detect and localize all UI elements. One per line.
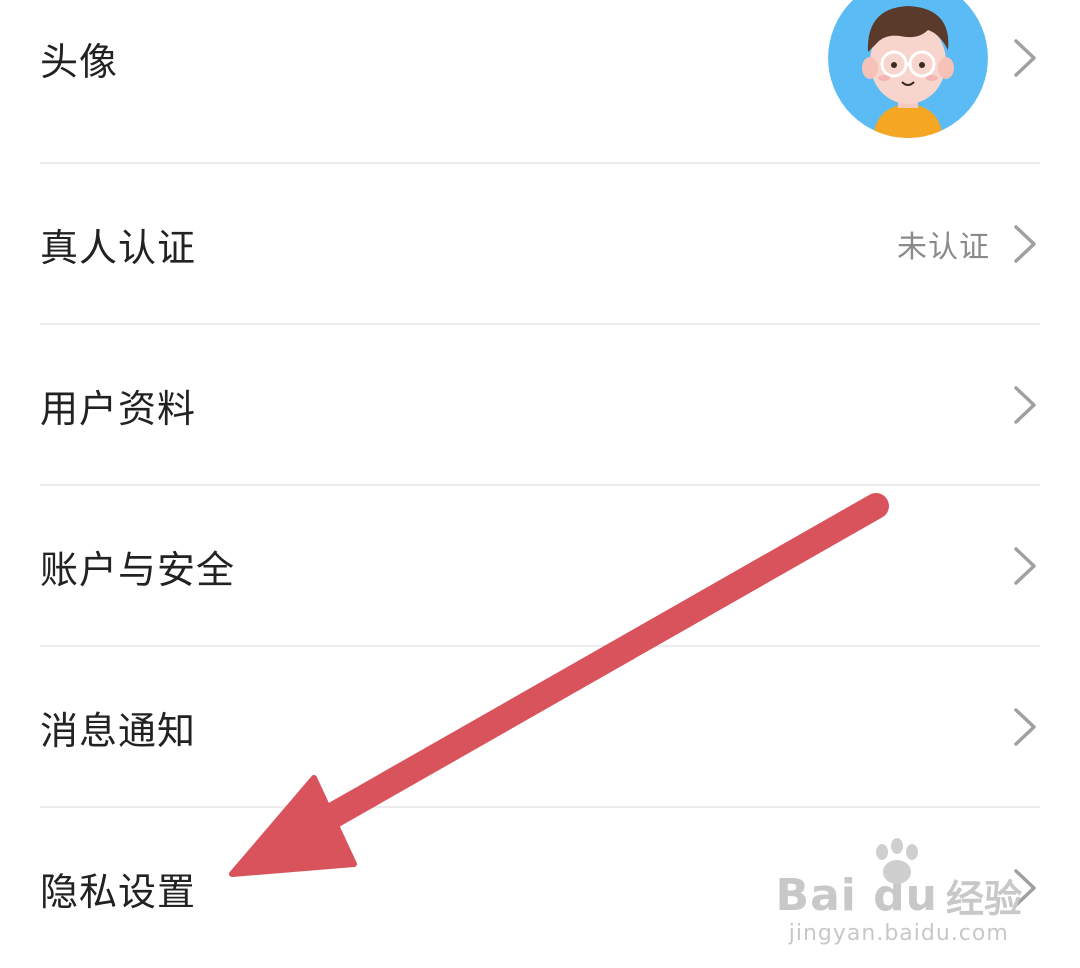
baidu-jingyan-watermark: Bai du 经验 jingyan.baidu.com xyxy=(776,838,1022,946)
user-profile-label: 用户资料 xyxy=(40,386,197,431)
message-notifications-right xyxy=(1012,707,1040,747)
message-notifications-label: 消息通知 xyxy=(40,708,197,753)
chevron-right-icon xyxy=(1014,547,1036,585)
real-name-verification-row[interactable]: 真人认证 未认证 xyxy=(40,164,1040,324)
watermark-url: jingyan.baidu.com xyxy=(788,921,1009,946)
real-name-verification-label: 真人认证 xyxy=(40,225,197,270)
chevron-right-icon xyxy=(1014,386,1036,424)
chevron-right-icon xyxy=(1014,39,1036,77)
verification-status: 未认证 xyxy=(897,230,990,265)
avatar-row[interactable]: 头像 xyxy=(40,0,1040,140)
account-security-label: 账户与安全 xyxy=(40,547,236,592)
avatar-row-label: 头像 xyxy=(40,39,119,84)
account-security-right xyxy=(1012,546,1040,586)
avatar-image[interactable] xyxy=(828,0,988,138)
paw-icon xyxy=(876,838,918,884)
privacy-settings-label: 隐私设置 xyxy=(40,869,197,914)
user-profile-right xyxy=(1012,385,1040,425)
account-security-row[interactable]: 账户与安全 xyxy=(40,486,1040,646)
chevron-right-icon xyxy=(1014,225,1036,263)
chevron-right-icon xyxy=(1014,708,1036,746)
user-profile-row[interactable]: 用户资料 xyxy=(40,325,1040,485)
message-notifications-row[interactable]: 消息通知 xyxy=(40,647,1040,807)
settings-page: 头像 真人认证 未认证 用户资料 账户与安全 消息通知 隐私设置 Bai du … xyxy=(0,0,1080,968)
watermark-brand: 经验 xyxy=(945,877,1022,921)
real-name-verification-right: 未认证 xyxy=(897,222,1040,266)
avatar-row-right xyxy=(828,0,1040,138)
